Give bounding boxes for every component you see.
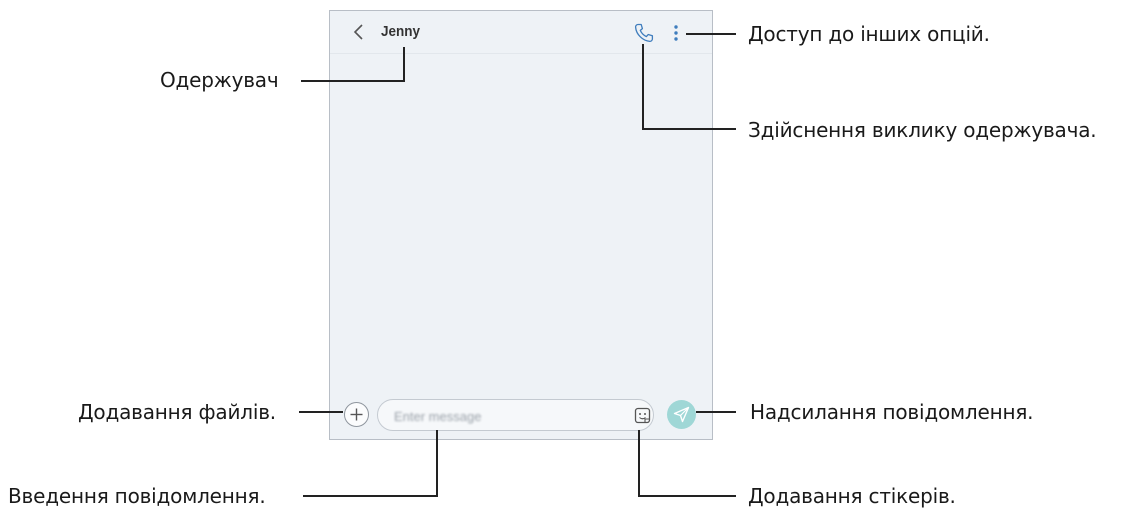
message-input[interactable] [392, 406, 616, 426]
callout-add-stickers: Додавання стікерів. [748, 484, 956, 508]
callout-line-stickers [638, 495, 736, 497]
callout-more-options: Доступ до інших опцій. [748, 22, 990, 46]
messages-screen: Jenny [329, 10, 713, 440]
message-input-field[interactable] [377, 399, 654, 431]
send-icon [673, 406, 690, 423]
phone-icon[interactable] [633, 22, 655, 44]
sticker-icon[interactable] [634, 407, 652, 425]
callout-attach-files: Додавання файлів. [78, 400, 276, 424]
callout-line-call [642, 44, 644, 130]
callout-line-recipient [301, 80, 405, 82]
attach-button[interactable] [344, 402, 369, 427]
send-button[interactable] [667, 400, 696, 429]
back-icon[interactable] [352, 23, 366, 41]
callout-line-attach [299, 411, 343, 413]
callout-line-send [696, 411, 736, 413]
callout-line-enter-message [303, 495, 438, 497]
callout-line-stickers [638, 430, 640, 497]
plus-icon [350, 408, 363, 421]
recipient-name[interactable]: Jenny [381, 23, 420, 40]
more-vertical-icon[interactable] [672, 23, 680, 43]
callout-line-call [642, 128, 736, 130]
callout-send-message: Надсилання повідомлення. [750, 400, 1034, 424]
conversation-header: Jenny [330, 11, 712, 54]
callout-call-recipient: Здійснення виклику одержувача. [748, 118, 1097, 142]
callout-enter-message: Введення повідомлення. [8, 484, 266, 508]
callout-line-recipient [403, 47, 405, 82]
callout-line-more-options [686, 33, 736, 35]
callout-recipient: Одержувач [160, 68, 279, 92]
callout-line-enter-message [436, 430, 438, 497]
